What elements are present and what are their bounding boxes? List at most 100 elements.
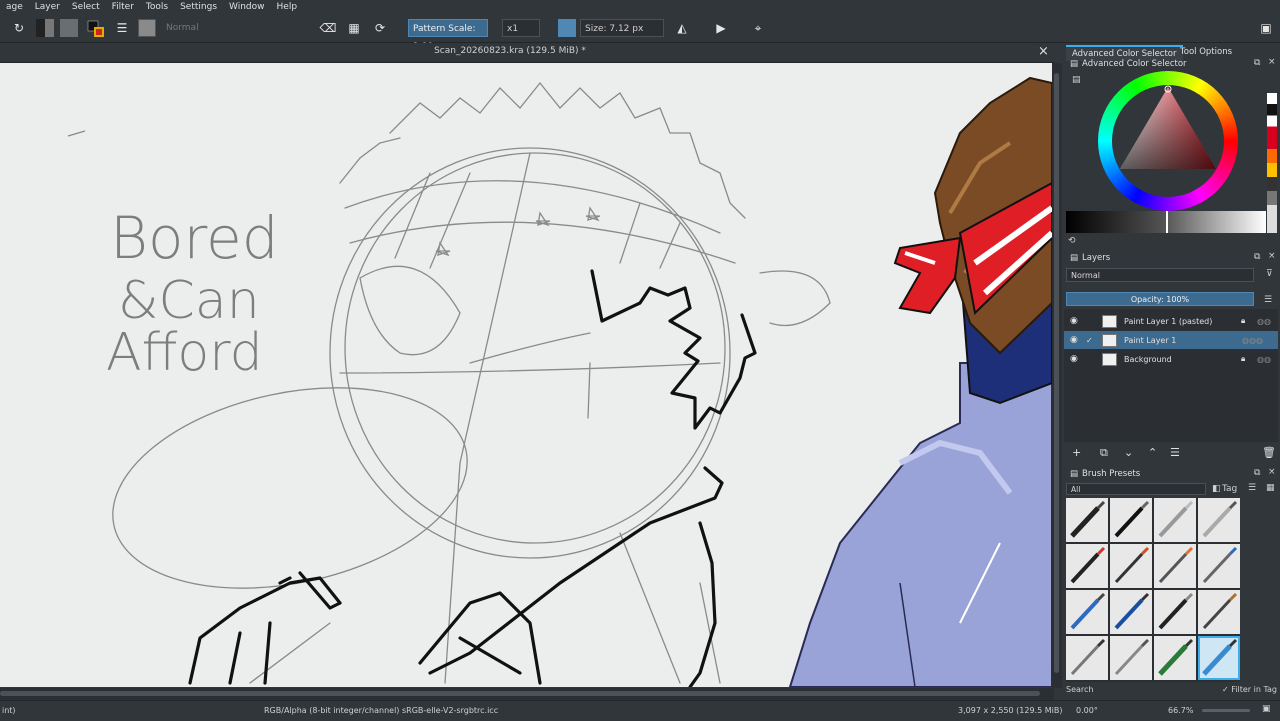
- workspace-icon[interactable]: ▣: [1258, 19, 1274, 37]
- brush-preset[interactable]: [1066, 636, 1108, 680]
- tab-tool-options[interactable]: Tool Options: [1174, 45, 1238, 59]
- brush-search-label[interactable]: Search: [1066, 685, 1093, 694]
- color-profile-text[interactable]: RGB/Alpha (8-bit integer/channel) sRGB-e…: [264, 706, 498, 715]
- layer-row[interactable]: ◉ Paint Layer 1 (pasted) 🔒︎ ◍◍: [1064, 312, 1278, 330]
- close-layers-icon[interactable]: ×: [1268, 251, 1276, 261]
- brush-grid-icon[interactable]: ▦: [1266, 483, 1275, 493]
- visibility-icon[interactable]: ◉: [1070, 316, 1078, 326]
- brush-preset[interactable]: [1110, 498, 1152, 542]
- opacity-slider-handle[interactable]: [558, 19, 576, 37]
- brush-size-field[interactable]: Size: 7.12 px: [580, 19, 664, 37]
- layer-properties-icon[interactable]: ◍◍◍: [1242, 336, 1263, 345]
- brush-settings-icon[interactable]: ☰: [114, 19, 130, 37]
- lock-icon[interactable]: 🔒︎: [1241, 354, 1245, 364]
- brush-preset[interactable]: [1066, 544, 1108, 588]
- menu-help[interactable]: Help: [271, 0, 304, 14]
- reset-colors-icon[interactable]: ⟲: [1068, 236, 1076, 246]
- wrap-around-icon[interactable]: ⌖: [750, 19, 766, 37]
- brush-preset[interactable]: [1110, 636, 1152, 680]
- brush-preset[interactable]: [1066, 498, 1108, 542]
- blend-mode-select[interactable]: Normal: [162, 19, 310, 37]
- value-slider[interactable]: [1066, 211, 1266, 233]
- visibility-icon[interactable]: ◉: [1070, 354, 1078, 364]
- brush-preset[interactable]: [1198, 544, 1240, 588]
- redo-icon[interactable]: ↻: [12, 19, 26, 37]
- vertical-scrollbar[interactable]: [1052, 63, 1062, 688]
- status-left-text: int): [2, 706, 16, 715]
- move-layer-up-icon[interactable]: ⌃: [1148, 446, 1157, 459]
- zoom-slider[interactable]: [1202, 709, 1250, 712]
- fg-bg-color-icon[interactable]: [86, 19, 106, 37]
- eraser-icon[interactable]: ⌫: [320, 19, 337, 37]
- brush-preset[interactable]: [1110, 544, 1152, 588]
- brush-preset[interactable]: [1198, 590, 1240, 634]
- float-docker-icon[interactable]: ⧉: [1254, 58, 1260, 68]
- gradient-swatch[interactable]: [36, 19, 54, 37]
- pattern-swatch[interactable]: [60, 19, 78, 37]
- mirror-vertical-icon[interactable]: ▶: [712, 19, 730, 37]
- filter-in-tag-checkbox[interactable]: ✓ Filter in Tag: [1222, 685, 1277, 694]
- color-wheel[interactable]: [1098, 71, 1238, 211]
- brush-preset[interactable]: [1154, 498, 1196, 542]
- layer-properties-menu-icon[interactable]: ☰: [1170, 446, 1180, 459]
- menu-layer[interactable]: Layer: [29, 0, 66, 14]
- brush-preset-selected[interactable]: [1198, 636, 1240, 680]
- layers-menu-icon[interactable]: ▤: [1070, 253, 1078, 263]
- layer-options-icon[interactable]: ☰: [1264, 295, 1272, 305]
- lock-icon[interactable]: 🔒︎: [1241, 316, 1245, 326]
- layer-filter-icon[interactable]: ⊽: [1266, 269, 1273, 279]
- mirror-horizontal-icon[interactable]: ◭: [674, 19, 690, 37]
- menu-filter[interactable]: Filter: [106, 0, 140, 14]
- brush-preset[interactable]: [1066, 590, 1108, 634]
- brush-view-icon[interactable]: ☰: [1248, 483, 1256, 493]
- vertical-scroll-thumb[interactable]: [1054, 73, 1059, 673]
- brush-preset[interactable]: [1154, 636, 1196, 680]
- float-layers-icon[interactable]: ⧉: [1254, 252, 1260, 262]
- checkmark-icon[interactable]: ✓: [1086, 336, 1093, 345]
- horizontal-scroll-thumb[interactable]: [0, 691, 1040, 696]
- color-triangle[interactable]: [1098, 71, 1238, 211]
- close-docker-icon[interactable]: ×: [1268, 57, 1276, 67]
- drawing-canvas[interactable]: Bored &Can Afford: [0, 63, 1052, 687]
- color-settings-icon[interactable]: ▤: [1072, 75, 1081, 85]
- horizontal-scrollbar[interactable]: [0, 688, 1054, 700]
- add-layer-icon[interactable]: +: [1072, 446, 1081, 459]
- layer-row-selected[interactable]: ◉ ✓ Paint Layer 1 ◍◍◍: [1064, 331, 1278, 349]
- float-brushes-icon[interactable]: ⧉: [1254, 468, 1260, 478]
- layer-opacity-slider[interactable]: Opacity: 100%: [1066, 292, 1254, 306]
- brush-preset[interactable]: [1198, 498, 1240, 542]
- menu-tools[interactable]: Tools: [140, 0, 174, 14]
- menu-select[interactable]: Select: [66, 0, 106, 14]
- document-title[interactable]: Scan_20260823.kra (129.5 MiB) *: [0, 46, 1020, 56]
- layer-properties-icon[interactable]: ◍◍: [1257, 355, 1271, 364]
- menu-window[interactable]: Window: [223, 0, 271, 14]
- close-document-icon[interactable]: ×: [1038, 44, 1049, 59]
- layer-blend-mode-select[interactable]: Normal: [1066, 268, 1254, 282]
- rotation-text[interactable]: 0.00°: [1076, 706, 1098, 715]
- layer-row[interactable]: ◉ Background 🔒︎ ◍◍: [1064, 350, 1278, 368]
- pattern-scale-field[interactable]: Pattern Scale: 1.00x: [408, 19, 488, 52]
- color-history-swatches[interactable]: [1267, 93, 1277, 233]
- delete-layer-icon[interactable]: 🗑︎: [1262, 446, 1276, 459]
- move-layer-down-icon[interactable]: ⌄: [1124, 446, 1133, 459]
- brush-preset-icon[interactable]: [138, 19, 156, 37]
- alpha-lock-icon[interactable]: ▦: [346, 19, 362, 37]
- fullscreen-icon[interactable]: ▣: [1262, 704, 1271, 714]
- visibility-icon[interactable]: ◉: [1070, 335, 1078, 345]
- docker-menu-icon[interactable]: ▤: [1070, 59, 1078, 69]
- zoom-text[interactable]: 66.7%: [1168, 706, 1193, 715]
- brush-filter-select[interactable]: All: [1066, 483, 1206, 495]
- duplicate-layer-icon[interactable]: ⧉: [1100, 446, 1108, 460]
- tag-icon[interactable]: ◧: [1212, 484, 1221, 494]
- multiplier-field[interactable]: x1: [502, 19, 540, 37]
- brush-preset[interactable]: [1154, 544, 1196, 588]
- menu-image[interactable]: age: [0, 0, 29, 14]
- tag-label[interactable]: Tag: [1222, 484, 1237, 494]
- close-brushes-icon[interactable]: ×: [1268, 467, 1276, 477]
- brush-preset[interactable]: [1110, 590, 1152, 634]
- brush-presets-menu-icon[interactable]: ▤: [1070, 469, 1078, 479]
- brush-preset[interactable]: [1154, 590, 1196, 634]
- menu-settings[interactable]: Settings: [174, 0, 223, 14]
- layer-properties-icon[interactable]: ◍◍: [1257, 317, 1271, 326]
- reload-preset-icon[interactable]: ⟳: [372, 19, 388, 37]
